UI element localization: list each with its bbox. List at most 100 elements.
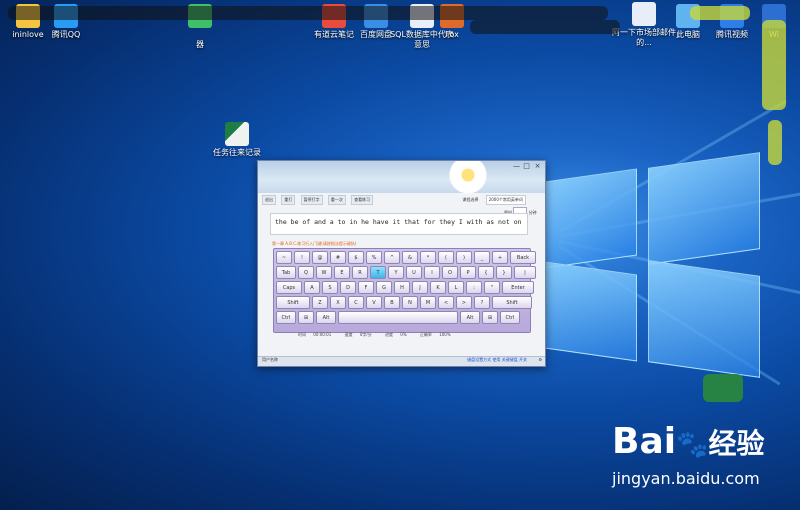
redaction-scribble bbox=[703, 374, 743, 402]
view-practice-button[interactable]: 查看练习 bbox=[351, 195, 374, 205]
minimize-icon[interactable]: — bbox=[512, 162, 521, 170]
key-x[interactable]: X bbox=[330, 296, 346, 309]
key-⊞[interactable]: ⊞ bbox=[298, 311, 314, 324]
key-k[interactable]: K bbox=[430, 281, 446, 294]
key-:[interactable]: : bbox=[466, 281, 482, 294]
key->[interactable]: > bbox=[456, 296, 472, 309]
key-j[interactable]: J bbox=[412, 281, 428, 294]
key-n[interactable]: N bbox=[402, 296, 418, 309]
key-d[interactable]: D bbox=[340, 281, 356, 294]
key-![interactable]: ! bbox=[294, 251, 310, 264]
maximize-icon[interactable]: □ bbox=[522, 162, 531, 170]
key-$[interactable]: $ bbox=[348, 251, 364, 264]
close-icon[interactable]: × bbox=[533, 162, 542, 170]
key-i[interactable]: I bbox=[424, 266, 440, 279]
key-o[interactable]: O bbox=[442, 266, 458, 279]
key-t[interactable]: T bbox=[370, 266, 386, 279]
key-^[interactable]: ^ bbox=[384, 251, 400, 264]
speed-stat: 速度 0字/分 bbox=[344, 332, 372, 337]
key-?[interactable]: ? bbox=[474, 296, 490, 309]
key-([interactable]: ( bbox=[438, 251, 454, 264]
key-p[interactable]: P bbox=[460, 266, 476, 279]
watermark-url: jingyan.baidu.com bbox=[612, 469, 760, 488]
windows-logo-pane bbox=[648, 152, 760, 265]
desktop-icon-excel-record[interactable]: 任务往来记录 bbox=[205, 122, 269, 158]
key-}[interactable]: } bbox=[496, 266, 512, 279]
key-back-space[interactable]: Back space bbox=[510, 251, 536, 264]
key-*[interactable]: * bbox=[420, 251, 436, 264]
key-c[interactable]: C bbox=[348, 296, 364, 309]
key-+[interactable]: + bbox=[492, 251, 508, 264]
key-q[interactable]: Q bbox=[298, 266, 314, 279]
typing-practice-window[interactable]: — □ × 退出 重打 暂停打字 重一次 查看练习 课程选择 2000个常用英单… bbox=[257, 160, 546, 367]
key-u[interactable]: U bbox=[406, 266, 422, 279]
key-w[interactable]: W bbox=[316, 266, 332, 279]
key-enter[interactable]: Enter bbox=[502, 281, 534, 294]
settings-gear-icon[interactable]: ⚙ bbox=[538, 357, 542, 362]
key-e[interactable]: E bbox=[334, 266, 350, 279]
redaction-scribble bbox=[762, 20, 786, 110]
key-m[interactable]: M bbox=[420, 296, 436, 309]
app-toolbar: 退出 重打 暂停打字 重一次 查看练习 课程选择 2000个常用英单词 bbox=[258, 195, 545, 205]
key-l[interactable]: L bbox=[448, 281, 464, 294]
restart-button[interactable]: 重打 bbox=[281, 195, 296, 205]
course-select-dropdown[interactable]: 2000个常用英单词 bbox=[485, 195, 526, 205]
key-g[interactable]: G bbox=[376, 281, 392, 294]
key-tab[interactable]: Tab bbox=[276, 266, 296, 279]
key-<[interactable]: < bbox=[438, 296, 454, 309]
key-"[interactable]: " bbox=[484, 281, 500, 294]
daisy-flower-image bbox=[433, 161, 503, 195]
key-&[interactable]: & bbox=[402, 251, 418, 264]
accuracy-stat: 正确率 100% bbox=[419, 332, 451, 337]
redaction-scribble bbox=[690, 6, 750, 20]
redaction-scribble bbox=[470, 20, 620, 34]
key-%[interactable]: % bbox=[366, 251, 382, 264]
key-shift[interactable]: Shift bbox=[492, 296, 532, 309]
key-alt[interactable]: Alt bbox=[316, 311, 336, 324]
redaction-scribble bbox=[8, 6, 608, 20]
pause-button[interactable]: 暂停打字 bbox=[300, 195, 323, 205]
key-a[interactable]: A bbox=[304, 281, 320, 294]
timer-unit: 分钟 bbox=[528, 210, 537, 215]
key-⊞[interactable]: ⊞ bbox=[482, 311, 498, 324]
key-alt[interactable]: Alt bbox=[460, 311, 480, 324]
key-shift[interactable]: Shift bbox=[276, 296, 310, 309]
key-#[interactable]: # bbox=[330, 251, 346, 264]
windows-logo-pane bbox=[545, 168, 637, 269]
status-keyboard-settings[interactable]: 键盘设置方式 使用 关键键盘 开关 bbox=[467, 357, 527, 363]
key-caps-lock[interactable]: Caps Lock bbox=[276, 281, 302, 294]
redaction-scribble bbox=[768, 120, 782, 165]
windows-logo-pane bbox=[648, 260, 760, 378]
key-f[interactable]: F bbox=[358, 281, 374, 294]
key-_[interactable]: _ bbox=[474, 251, 490, 264]
key-space[interactable] bbox=[338, 311, 458, 324]
key-ctrl[interactable]: Ctrl bbox=[500, 311, 520, 324]
key-b[interactable]: B bbox=[384, 296, 400, 309]
virtual-keyboard: ~!@#$%^&*()_+Back space TabQWERTYUIOP{}| C… bbox=[273, 248, 536, 333]
key-s[interactable]: S bbox=[322, 281, 338, 294]
exit-button[interactable]: 退出 bbox=[262, 195, 276, 205]
practice-text-area[interactable]: the be of and a to in he have it that fo… bbox=[270, 213, 528, 235]
lesson-hint: 第一章 A.B.C.练习行入门键(请按指法提示键执) bbox=[272, 241, 357, 246]
course-select-label: 课程选择 bbox=[462, 197, 479, 202]
once-more-button[interactable]: 重一次 bbox=[327, 195, 346, 205]
key-@[interactable]: @ bbox=[312, 251, 328, 264]
time-stat: 时间 00:00:01 bbox=[298, 332, 332, 337]
key-~[interactable]: ~ bbox=[276, 251, 292, 264]
key-v[interactable]: V bbox=[366, 296, 382, 309]
status-username: 用户名称 bbox=[262, 357, 278, 362]
key-{[interactable]: { bbox=[478, 266, 494, 279]
status-bar: 用户名称 键盘设置方式 使用 关键键盘 开关 ⚙ bbox=[258, 356, 545, 366]
progress-stat: 进度 0% bbox=[385, 332, 407, 337]
key-h[interactable]: H bbox=[394, 281, 410, 294]
key-r[interactable]: R bbox=[352, 266, 368, 279]
stats-bar: 时间 00:00:01 速度 0字/分 进度 0% 正确率 100% bbox=[298, 332, 508, 342]
window-banner: — □ × bbox=[258, 161, 545, 195]
key-|[interactable]: | bbox=[514, 266, 536, 279]
key-z[interactable]: Z bbox=[312, 296, 328, 309]
windows-logo-pane bbox=[545, 261, 637, 362]
key-ctrl[interactable]: Ctrl bbox=[276, 311, 296, 324]
key-)[interactable]: ) bbox=[456, 251, 472, 264]
key-y[interactable]: Y bbox=[388, 266, 404, 279]
baidu-jingyan-watermark: Bai🐾经验 jingyan.baidu.com bbox=[612, 421, 765, 489]
